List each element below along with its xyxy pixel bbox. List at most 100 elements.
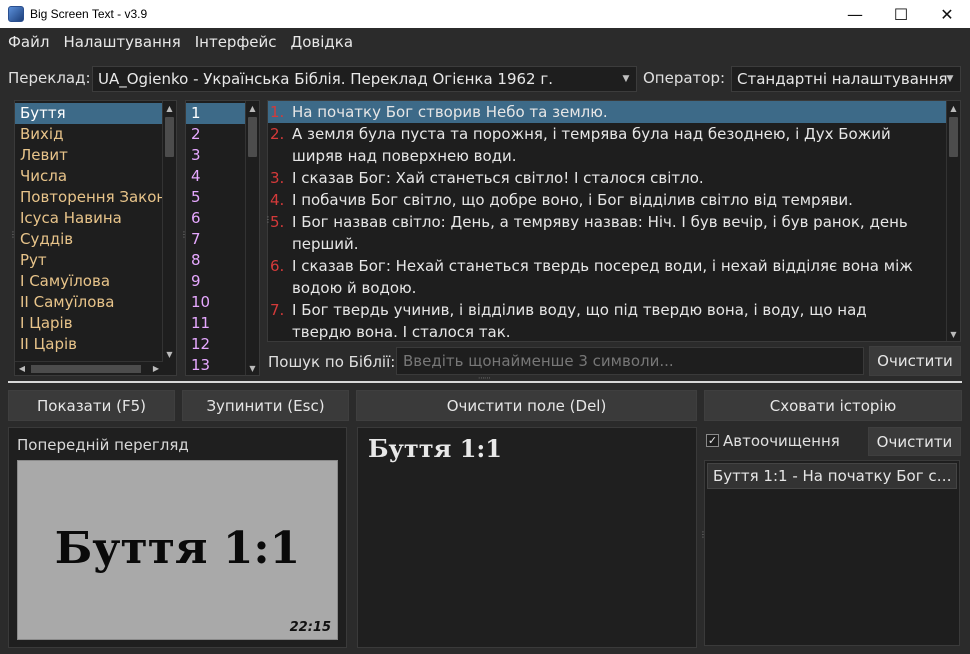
close-icon[interactable]: ✕ bbox=[924, 0, 970, 28]
title-bar: Big Screen Text - v3.9 — ☐ ✕ bbox=[0, 0, 970, 28]
book-item[interactable]: I Царів bbox=[15, 313, 163, 334]
verse-text: І сказав Бог: Хай станеться світло! І ст… bbox=[292, 169, 704, 187]
show-button[interactable]: Показати (F5) bbox=[8, 390, 175, 421]
chapter-item[interactable]: 11 bbox=[186, 313, 246, 334]
chapter-item[interactable]: 4 bbox=[186, 166, 246, 187]
verse-item[interactable]: 7. І Бог твердь учинив, і відділив воду, … bbox=[268, 299, 946, 341]
chevron-down-icon: ▼ bbox=[622, 74, 630, 84]
menu-help[interactable]: Довідка bbox=[291, 33, 354, 51]
preview-reference: Буття 1:1 bbox=[54, 523, 301, 574]
verse-item[interactable]: 5. І Бог назвав світло: День, а темряву н… bbox=[268, 211, 946, 255]
verse-item[interactable]: 2. А земля була пуста та порожня, і темря… bbox=[268, 123, 946, 167]
menu-bar: Файл Налаштування Інтерфейс Довідка bbox=[0, 28, 970, 56]
search-clear-button[interactable]: Очистити bbox=[869, 346, 961, 376]
verse-item[interactable]: 6. І сказав Бог: Нехай станеться твердь п… bbox=[268, 255, 946, 299]
search-label: Пошук по Біблії: bbox=[268, 353, 396, 371]
display-field-reference: Буття 1:1 bbox=[368, 434, 502, 463]
splitter-grip[interactable]: ⋮ bbox=[180, 230, 188, 239]
chapter-item[interactable]: 12 bbox=[186, 334, 246, 355]
book-item[interactable]: Суддів bbox=[15, 229, 163, 250]
chapter-item[interactable]: 3 bbox=[186, 145, 246, 166]
autoclear-label: Автоочищення bbox=[723, 432, 840, 450]
scroll-right-icon[interactable]: ▶ bbox=[149, 362, 163, 375]
search-input[interactable]: Введіть щонайменше 3 символи... bbox=[396, 347, 864, 375]
autoclear-checkbox[interactable]: ✓ bbox=[706, 434, 719, 447]
chapter-item[interactable]: 13 bbox=[186, 355, 246, 375]
book-item[interactable]: Повторення Закону bbox=[15, 187, 163, 208]
book-item[interactable]: Левит bbox=[15, 145, 163, 166]
scroll-up-icon[interactable]: ▲ bbox=[163, 101, 176, 115]
preview-screen: Буття 1:1 22:15 bbox=[17, 460, 338, 640]
chapter-item[interactable]: 9 bbox=[186, 271, 246, 292]
book-item[interactable]: Ісуса Навина bbox=[15, 208, 163, 229]
scroll-left-icon[interactable]: ◀ bbox=[15, 362, 29, 375]
chapter-item[interactable]: 5 bbox=[186, 187, 246, 208]
operator-label: Оператор: bbox=[643, 69, 726, 87]
menu-file[interactable]: Файл bbox=[8, 33, 49, 51]
book-item[interactable]: Числа bbox=[15, 166, 163, 187]
menu-settings[interactable]: Налаштування bbox=[63, 33, 180, 51]
verse-number: 6. bbox=[270, 257, 285, 275]
minimize-icon[interactable]: — bbox=[832, 0, 878, 28]
verse-text: На початку Бог створив Небо та землю. bbox=[292, 103, 608, 121]
verse-number: 1. bbox=[270, 103, 285, 121]
verse-text: І сказав Бог: Нехай станеться твердь пос… bbox=[292, 257, 913, 297]
chevron-down-icon: ▼ bbox=[946, 74, 954, 84]
window-title: Big Screen Text - v3.9 bbox=[30, 7, 148, 21]
book-item[interactable]: I Самуїлова bbox=[15, 271, 163, 292]
book-item[interactable]: Рут bbox=[15, 250, 163, 271]
verse-number: 4. bbox=[270, 191, 285, 209]
chapters-list[interactable]: 1 2 3 4 5 6 7 8 9 10 11 12 13 ▲ ▼ bbox=[185, 100, 260, 376]
translation-select[interactable]: UA_Ogienko - Українська Біблія. Переклад… bbox=[92, 66, 637, 92]
scroll-down-icon[interactable]: ▼ bbox=[163, 347, 176, 361]
chapter-item[interactable]: 7 bbox=[186, 229, 246, 250]
chapter-item[interactable]: 1 bbox=[186, 103, 246, 124]
verses-list[interactable]: 1. На початку Бог створив Небо та землю. 2… bbox=[267, 100, 961, 342]
book-item[interactable]: II Царів bbox=[15, 334, 163, 355]
scroll-up-icon[interactable]: ▲ bbox=[947, 101, 960, 115]
verse-text: І Бог твердь учинив, і відділив воду, що… bbox=[292, 301, 867, 341]
scroll-down-icon[interactable]: ▼ bbox=[947, 327, 960, 341]
preview-title: Попередній перегляд bbox=[17, 436, 189, 454]
horizontal-separator bbox=[8, 381, 962, 383]
scroll-up-icon[interactable]: ▲ bbox=[246, 101, 259, 115]
book-item[interactable]: Вихід bbox=[15, 124, 163, 145]
verse-number: 5. bbox=[270, 213, 285, 231]
chapter-item[interactable]: 6 bbox=[186, 208, 246, 229]
menu-interface[interactable]: Інтерфейс bbox=[195, 33, 277, 51]
history-item[interactable]: Буття 1:1 - На початку Бог ст... bbox=[707, 463, 957, 489]
verse-text: І побачив Бог світло, що добре воно, і Б… bbox=[292, 191, 853, 209]
hide-history-button[interactable]: Сховати історію bbox=[704, 390, 962, 421]
chapter-item[interactable]: 10 bbox=[186, 292, 246, 313]
translation-label: Переклад: bbox=[8, 69, 91, 87]
maximize-icon[interactable]: ☐ bbox=[878, 0, 924, 28]
chapter-item[interactable]: 8 bbox=[186, 250, 246, 271]
verse-number: 3. bbox=[270, 169, 285, 187]
verse-number: 7. bbox=[270, 301, 285, 319]
splitter-grip[interactable]: ⋮ bbox=[264, 215, 272, 224]
books-scrollbar[interactable]: ▲ ▼ bbox=[162, 101, 176, 361]
history-clear-button[interactable]: Очистити bbox=[868, 427, 961, 456]
verses-scrollbar[interactable]: ▲ ▼ bbox=[946, 101, 960, 341]
stop-button[interactable]: Зупинити (Esc) bbox=[182, 390, 349, 421]
chapter-item[interactable]: 2 bbox=[186, 124, 246, 145]
verse-text: А земля була пуста та порожня, і темрява… bbox=[292, 125, 891, 165]
verse-text: І Бог назвав світло: День, а темряву наз… bbox=[292, 213, 908, 253]
book-item[interactable]: Буття bbox=[15, 103, 163, 124]
preview-clock: 22:15 bbox=[289, 620, 331, 635]
clear-field-button[interactable]: Очистити поле (Del) bbox=[356, 390, 697, 421]
books-list[interactable]: Буття Вихід Левит Числа Повторення Закону Ісу… bbox=[14, 100, 177, 376]
chapters-scrollbar[interactable]: ▲ ▼ bbox=[245, 101, 259, 375]
verse-item[interactable]: 3. І сказав Бог: Хай станеться світло! І … bbox=[268, 167, 946, 189]
splitter-grip[interactable]: ⋮ bbox=[9, 230, 17, 239]
search-placeholder: Введіть щонайменше 3 символи... bbox=[403, 352, 674, 370]
verse-item[interactable]: 4. І побачив Бог світло, що добре воно, і… bbox=[268, 189, 946, 211]
verse-number: 2. bbox=[270, 125, 285, 143]
book-item[interactable]: II Самуїлова bbox=[15, 292, 163, 313]
operator-select[interactable]: Стандартні налаштування ▼ bbox=[731, 66, 961, 92]
verse-item[interactable]: 1. На початку Бог створив Небо та землю. bbox=[268, 101, 946, 123]
books-hscrollbar[interactable]: ◀ ▶ bbox=[15, 361, 163, 375]
history-list[interactable]: Буття 1:1 - На початку Бог ст... bbox=[704, 460, 960, 646]
app-icon bbox=[8, 6, 24, 22]
scroll-down-icon[interactable]: ▼ bbox=[246, 361, 259, 375]
